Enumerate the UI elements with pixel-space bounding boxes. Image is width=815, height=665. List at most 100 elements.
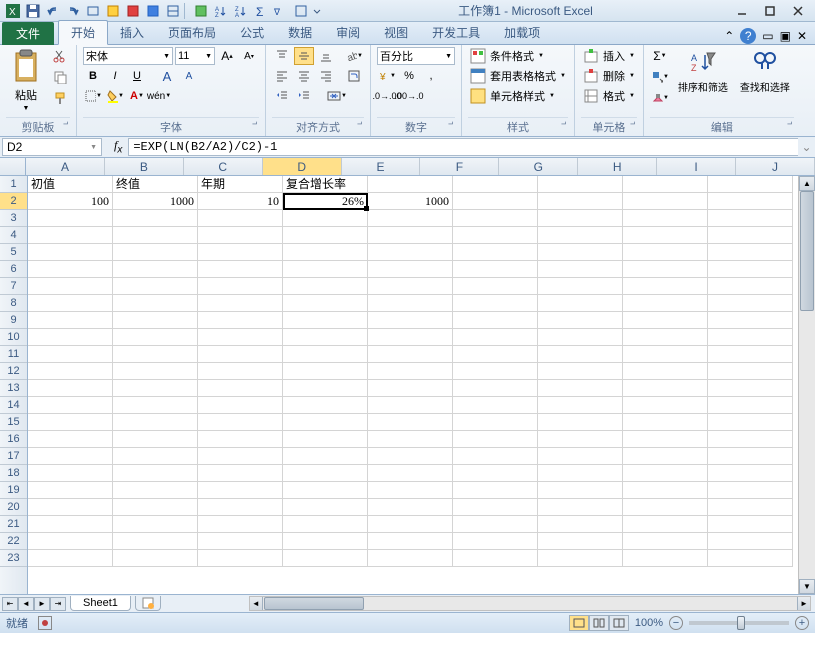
sheet-first-icon[interactable]: ⇤ (2, 597, 18, 611)
normal-view-icon[interactable] (569, 615, 589, 631)
sum-icon[interactable]: Σ (252, 2, 270, 20)
cell[interactable] (453, 380, 538, 397)
vertical-scrollbar[interactable]: ▲ ▼ (798, 176, 815, 594)
help-icon[interactable]: ? (740, 28, 756, 44)
cell[interactable] (283, 414, 368, 431)
cell[interactable] (113, 516, 198, 533)
cell[interactable] (708, 176, 793, 193)
zoom-thumb[interactable] (737, 616, 745, 630)
cell[interactable] (538, 244, 623, 261)
cell[interactable] (283, 329, 368, 346)
cells-area[interactable]: 初值终值年期复合增长率10010001026%1000 (28, 176, 815, 594)
cell[interactable] (283, 346, 368, 363)
align-middle-icon[interactable] (294, 47, 314, 65)
cell[interactable] (453, 414, 538, 431)
cell[interactable] (623, 482, 708, 499)
cell[interactable] (28, 431, 113, 448)
qat-btn-1[interactable] (84, 2, 102, 20)
cell[interactable] (198, 312, 283, 329)
align-left-icon[interactable] (272, 67, 292, 85)
row-header-9[interactable]: 9 (0, 312, 27, 329)
cell[interactable] (198, 465, 283, 482)
cell[interactable]: 年期 (198, 176, 283, 193)
cell[interactable] (28, 550, 113, 567)
cell[interactable] (453, 295, 538, 312)
tab-home[interactable]: 开始 (58, 20, 108, 45)
cell[interactable] (283, 550, 368, 567)
cell[interactable] (198, 278, 283, 295)
cell[interactable] (198, 244, 283, 261)
cell[interactable] (453, 346, 538, 363)
minimize-button[interactable] (729, 2, 755, 20)
scroll-thumb[interactable] (800, 191, 814, 311)
row-header-21[interactable]: 21 (0, 516, 27, 533)
italic-button[interactable]: I (105, 67, 125, 85)
currency-icon[interactable]: ¥▼ (377, 67, 397, 85)
cell[interactable] (198, 414, 283, 431)
cell[interactable] (113, 465, 198, 482)
cell[interactable]: 终值 (113, 176, 198, 193)
cell[interactable] (538, 516, 623, 533)
cell[interactable] (113, 448, 198, 465)
cell[interactable] (113, 278, 198, 295)
row-header-12[interactable]: 12 (0, 363, 27, 380)
cell[interactable] (623, 346, 708, 363)
cell[interactable] (28, 227, 113, 244)
cell[interactable] (538, 465, 623, 482)
row-header-10[interactable]: 10 (0, 329, 27, 346)
zoom-out-icon[interactable]: − (669, 616, 683, 630)
cell[interactable] (368, 210, 453, 227)
page-break-view-icon[interactable] (609, 615, 629, 631)
merge-icon[interactable]: ▼ (322, 87, 352, 105)
cut-icon[interactable] (50, 47, 70, 65)
tab-insert[interactable]: 插入 (108, 21, 156, 44)
row-header-8[interactable]: 8 (0, 295, 27, 312)
cell[interactable] (538, 227, 623, 244)
hscroll-thumb[interactable] (264, 597, 364, 610)
sheet-next-icon[interactable]: ► (34, 597, 50, 611)
cell[interactable]: 26% (283, 193, 368, 210)
cell[interactable] (28, 533, 113, 550)
cell[interactable] (538, 414, 623, 431)
cell[interactable] (708, 550, 793, 567)
cell[interactable] (538, 295, 623, 312)
grow-font-icon[interactable]: A▴ (217, 47, 237, 65)
save-icon[interactable] (24, 2, 42, 20)
cell[interactable] (368, 363, 453, 380)
row-header-15[interactable]: 15 (0, 414, 27, 431)
tab-review[interactable]: 审阅 (324, 21, 372, 44)
cell[interactable] (538, 346, 623, 363)
cell[interactable] (623, 499, 708, 516)
cell[interactable] (283, 261, 368, 278)
cell[interactable] (113, 397, 198, 414)
cell[interactable] (538, 397, 623, 414)
cell[interactable] (368, 176, 453, 193)
cell[interactable] (708, 346, 793, 363)
cell[interactable] (198, 431, 283, 448)
cell[interactable] (198, 261, 283, 278)
col-header-B[interactable]: B (105, 158, 184, 175)
cell[interactable] (283, 465, 368, 482)
cell[interactable] (368, 346, 453, 363)
excel-icon[interactable]: X (4, 2, 22, 20)
cell[interactable] (708, 397, 793, 414)
cell[interactable] (368, 414, 453, 431)
sort-filter-button[interactable]: AZ 排序和筛选 (674, 47, 732, 96)
cell[interactable] (113, 431, 198, 448)
cell[interactable] (368, 431, 453, 448)
row-header-5[interactable]: 5 (0, 244, 27, 261)
cell[interactable] (623, 533, 708, 550)
cell[interactable] (198, 380, 283, 397)
row-header-19[interactable]: 19 (0, 482, 27, 499)
cell[interactable] (198, 516, 283, 533)
row-header-2[interactable]: 2 (0, 193, 27, 210)
insert-cells-button[interactable]: 插入▼ (581, 47, 637, 65)
qat-btn-3[interactable] (124, 2, 142, 20)
row-header-18[interactable]: 18 (0, 465, 27, 482)
row-header-13[interactable]: 13 (0, 380, 27, 397)
cell[interactable] (113, 380, 198, 397)
cell[interactable] (28, 210, 113, 227)
row-header-16[interactable]: 16 (0, 431, 27, 448)
window-close-icon[interactable]: ✕ (797, 29, 807, 43)
formula-input[interactable]: =EXP(LN(B2/A2)/C2)-1 (128, 138, 798, 156)
